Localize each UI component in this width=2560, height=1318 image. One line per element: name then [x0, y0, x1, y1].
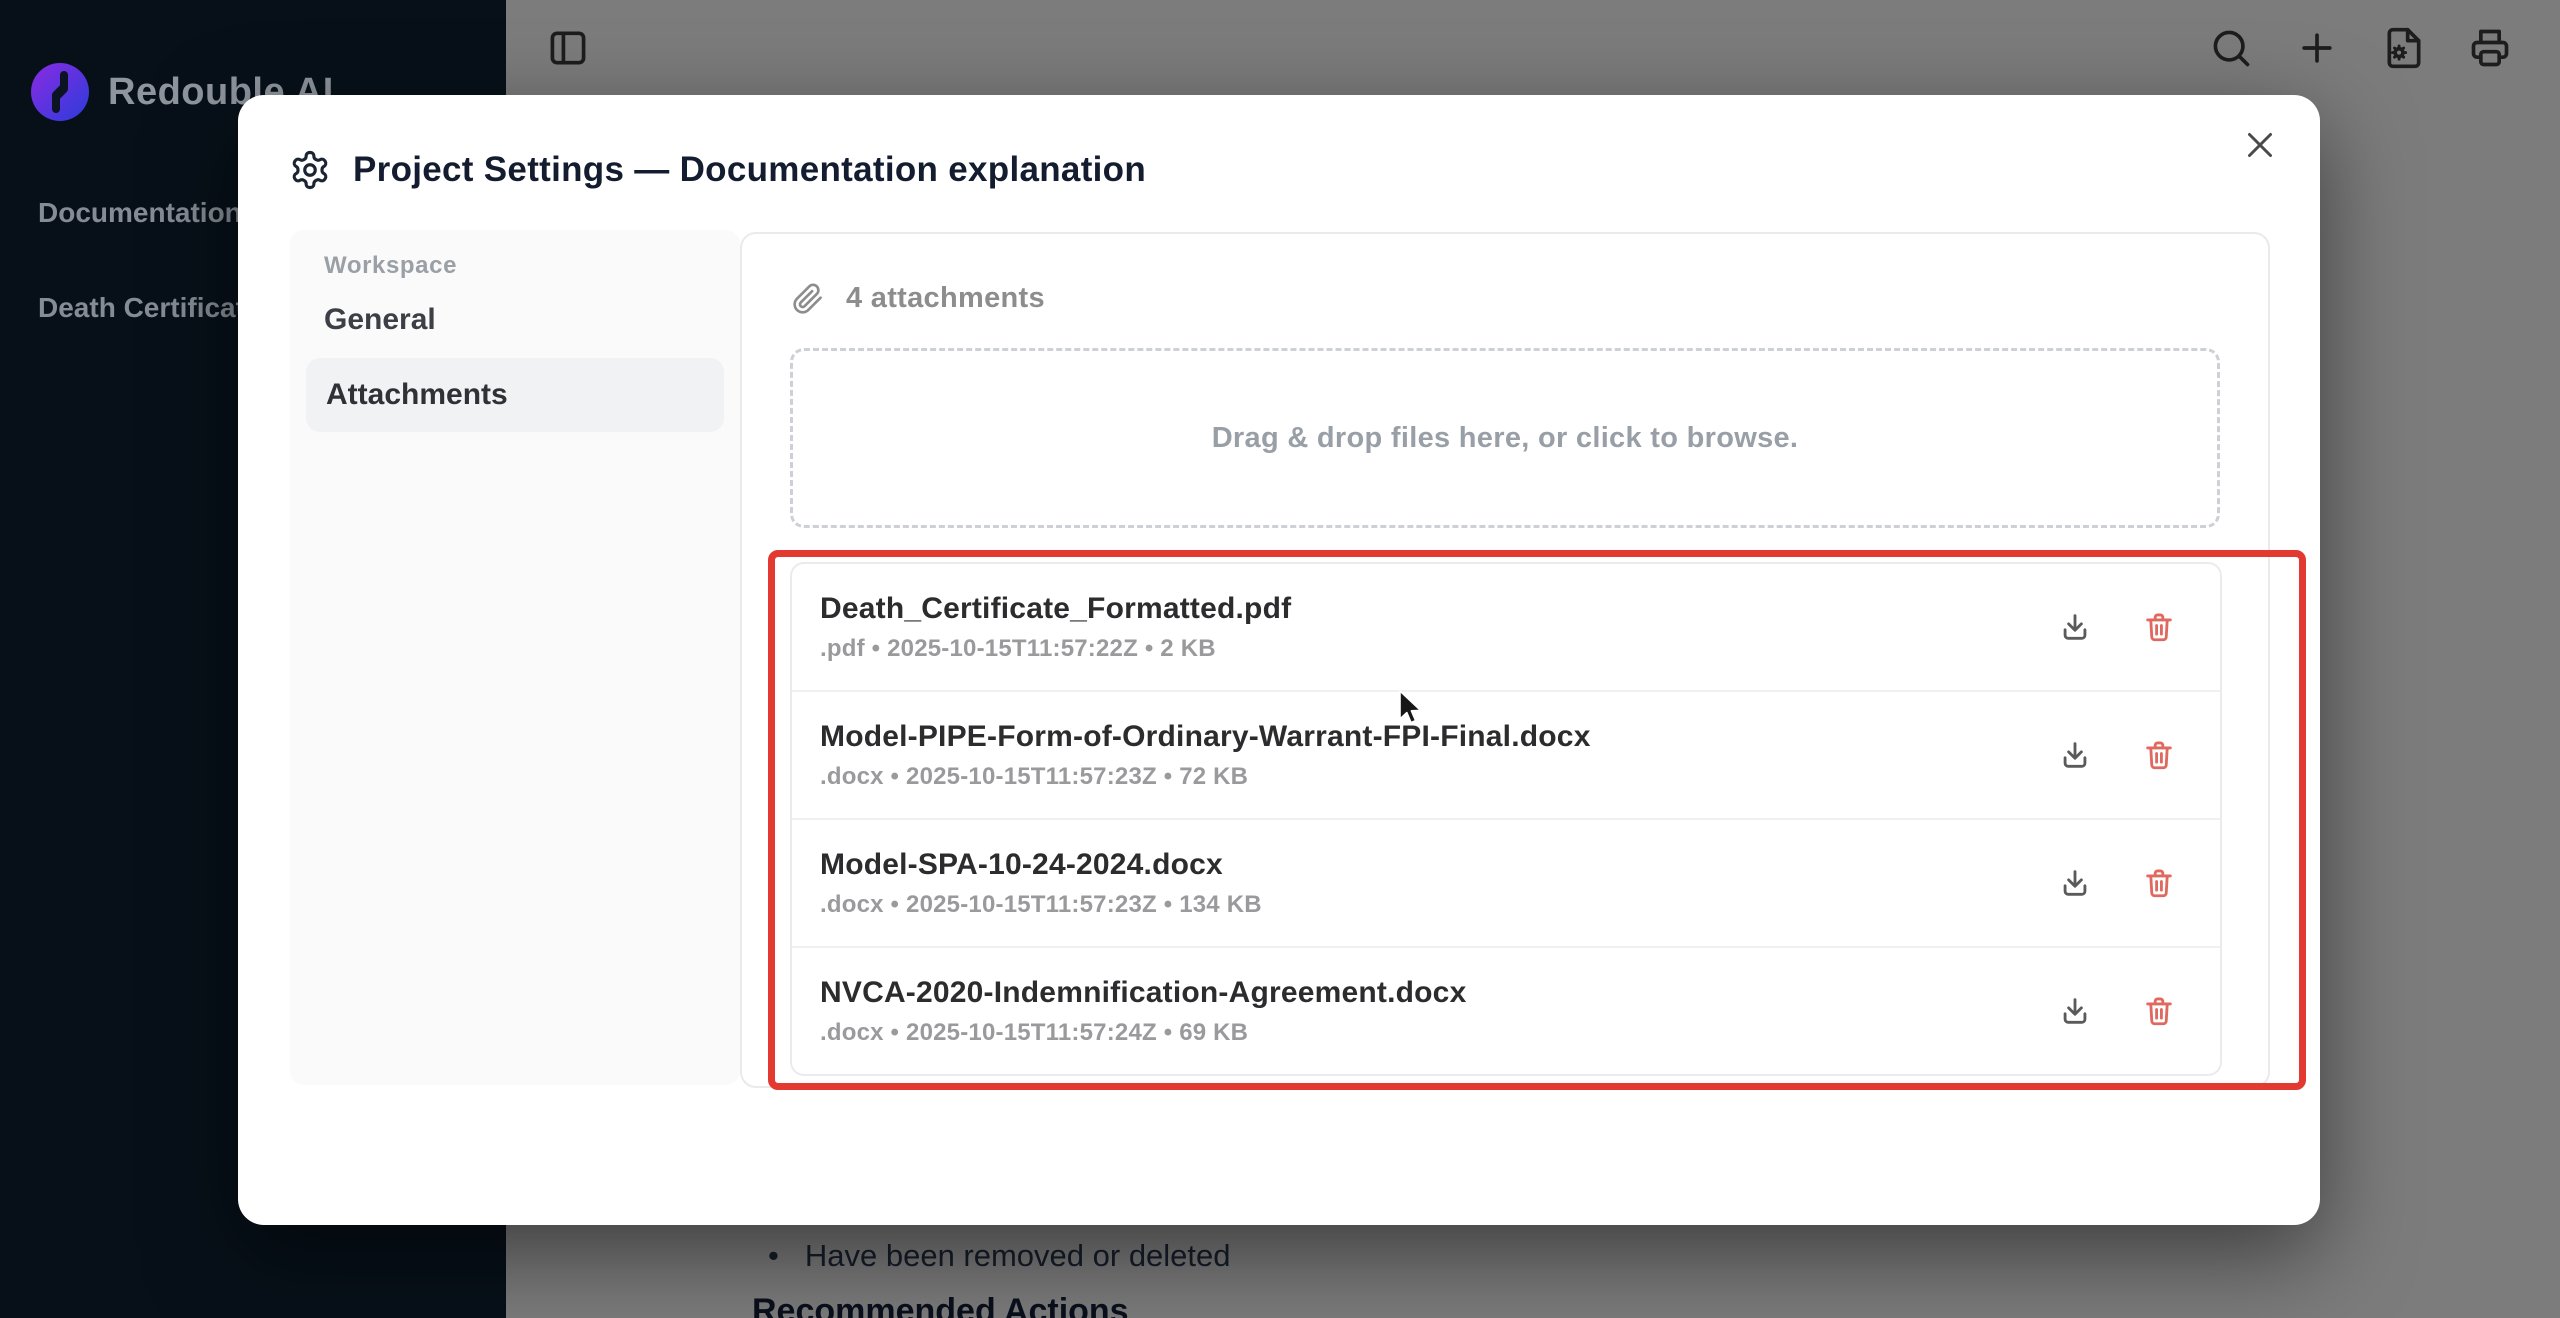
attachments-count-header: 4 attachments	[792, 282, 1045, 315]
trash-icon[interactable]	[2142, 738, 2176, 772]
attachments-list: Death_Certificate_Formatted.pdf .pdf • 2…	[790, 562, 2222, 1076]
modal-header: Project Settings — Documentation explana…	[289, 149, 1146, 191]
attachment-filename: Model-SPA-10-24-2024.docx	[820, 848, 2058, 882]
nav-item-general[interactable]: General	[324, 292, 436, 348]
settings-nav: Workspace General Attachments	[290, 230, 740, 1085]
attachment-filename: NVCA-2020-Indemnification-Agreement.docx	[820, 976, 2058, 1010]
attachment-info: Model-SPA-10-24-2024.docx .docx • 2025-1…	[820, 848, 2058, 919]
attachment-actions	[2058, 994, 2176, 1028]
download-icon[interactable]	[2058, 738, 2092, 772]
attachment-actions	[2058, 738, 2176, 772]
dropzone-label: Drag & drop files here, or click to brow…	[1212, 422, 1799, 455]
app-window: Redouble AI Documentation Death Certific…	[0, 0, 2560, 1318]
close-icon[interactable]	[2238, 123, 2282, 167]
redouble-logo-icon	[30, 62, 90, 122]
download-icon[interactable]	[2058, 994, 2092, 1028]
attachment-filename: Death_Certificate_Formatted.pdf	[820, 592, 2058, 626]
paperclip-icon	[792, 283, 824, 315]
gear-icon	[289, 149, 331, 191]
nav-item-attachments[interactable]: Attachments	[306, 358, 724, 432]
attachment-meta: .docx • 2025-10-15T11:57:24Z • 69 KB	[820, 1019, 2058, 1047]
attachment-info: Model-PIPE-Form-of-Ordinary-Warrant-FPI-…	[820, 720, 2058, 791]
attachment-info: NVCA-2020-Indemnification-Agreement.docx…	[820, 976, 2058, 1047]
attachment-meta: .pdf • 2025-10-15T11:57:22Z • 2 KB	[820, 635, 2058, 663]
download-icon[interactable]	[2058, 610, 2092, 644]
project-settings-modal: Project Settings — Documentation explana…	[238, 95, 2320, 1225]
download-icon[interactable]	[2058, 866, 2092, 900]
file-dropzone[interactable]: Drag & drop files here, or click to brow…	[790, 348, 2220, 528]
attachment-row: Model-PIPE-Form-of-Ordinary-Warrant-FPI-…	[792, 692, 2220, 820]
attachment-meta: .docx • 2025-10-15T11:57:23Z • 72 KB	[820, 763, 2058, 791]
trash-icon[interactable]	[2142, 866, 2176, 900]
attachment-actions	[2058, 610, 2176, 644]
trash-icon[interactable]	[2142, 610, 2176, 644]
attachment-meta: .docx • 2025-10-15T11:57:23Z • 134 KB	[820, 891, 2058, 919]
attachments-count-label: 4 attachments	[846, 282, 1045, 315]
attachment-row: NVCA-2020-Indemnification-Agreement.docx…	[792, 948, 2220, 1074]
attachment-filename: Model-PIPE-Form-of-Ordinary-Warrant-FPI-…	[820, 720, 2058, 754]
nav-section-label: Workspace	[324, 252, 457, 280]
sidebar-item-death-certificate[interactable]: Death Certificat	[38, 292, 245, 324]
attachment-actions	[2058, 866, 2176, 900]
modal-title: Project Settings — Documentation explana…	[353, 150, 1146, 190]
attachment-row: Death_Certificate_Formatted.pdf .pdf • 2…	[792, 564, 2220, 692]
attachment-info: Death_Certificate_Formatted.pdf .pdf • 2…	[820, 592, 2058, 663]
attachment-row: Model-SPA-10-24-2024.docx .docx • 2025-1…	[792, 820, 2220, 948]
trash-icon[interactable]	[2142, 994, 2176, 1028]
sidebar-item-documentation[interactable]: Documentation	[38, 197, 242, 229]
